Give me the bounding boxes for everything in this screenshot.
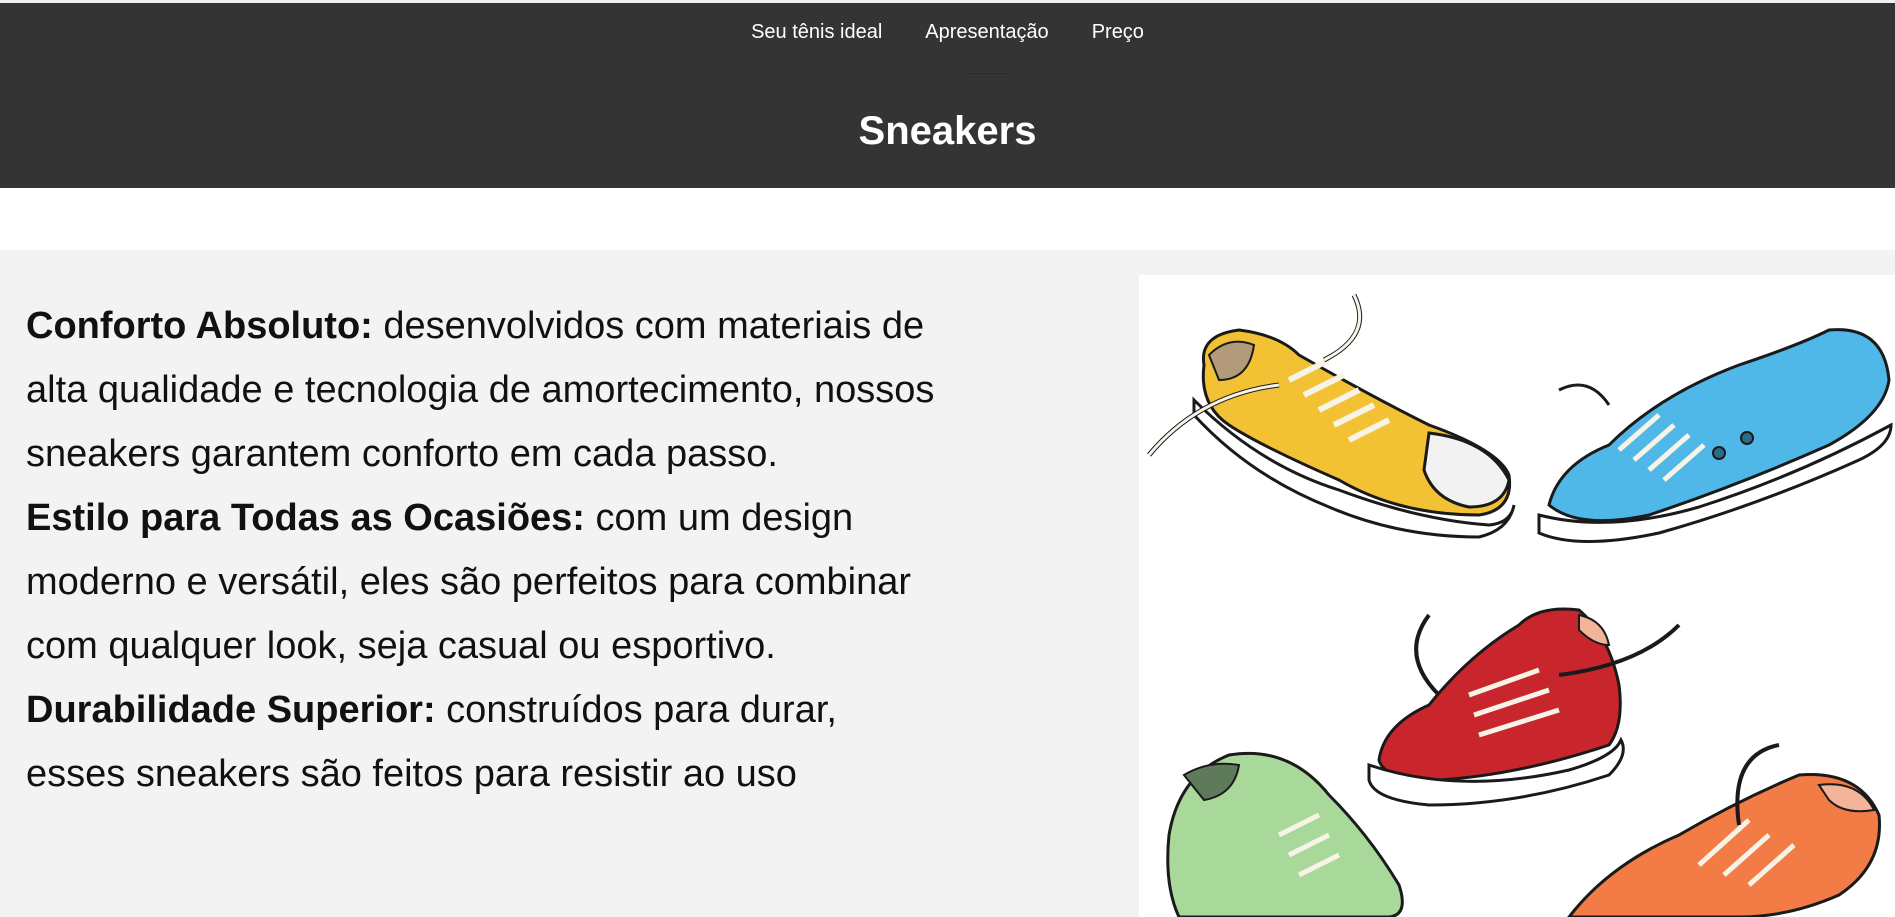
- yellow-sneaker-icon: [1147, 293, 1516, 539]
- page-title: Sneakers: [858, 109, 1037, 153]
- blue-sneaker-icon: [1537, 328, 1893, 543]
- red-sneaker-icon: [1367, 607, 1681, 807]
- feature-title: Estilo para Todas as Ocasiões:: [26, 497, 585, 539]
- nav-link-preco[interactable]: Preço: [1092, 21, 1144, 44]
- site-header: Seu tênis ideal Apresentação Preço Sneak…: [0, 0, 1895, 188]
- main-nav: Seu tênis ideal Apresentação Preço: [0, 21, 1895, 74]
- sneakers-illustration-svg: [1147, 293, 1893, 917]
- orange-sneaker-icon: [1567, 743, 1881, 917]
- feature-title: Conforto Absoluto:: [26, 305, 373, 347]
- sneakers-illustration: [1139, 275, 1895, 917]
- features-text: Conforto Absoluto: desenvolvidos com mat…: [26, 294, 946, 806]
- features-section: Conforto Absoluto: desenvolvidos com mat…: [0, 250, 1895, 917]
- feature-title: Durabilidade Superior:: [26, 689, 436, 731]
- feature-item: Durabilidade Superior: construídos para …: [26, 678, 946, 806]
- feature-item: Estilo para Todas as Ocasiões: com um de…: [26, 486, 946, 678]
- nav-link-seu-tenis-ideal[interactable]: Seu tênis ideal: [751, 21, 882, 44]
- nav-link-apresentacao[interactable]: Apresentação: [925, 21, 1049, 74]
- green-sneaker-icon: [1166, 751, 1404, 917]
- feature-item: Conforto Absoluto: desenvolvidos com mat…: [26, 294, 946, 486]
